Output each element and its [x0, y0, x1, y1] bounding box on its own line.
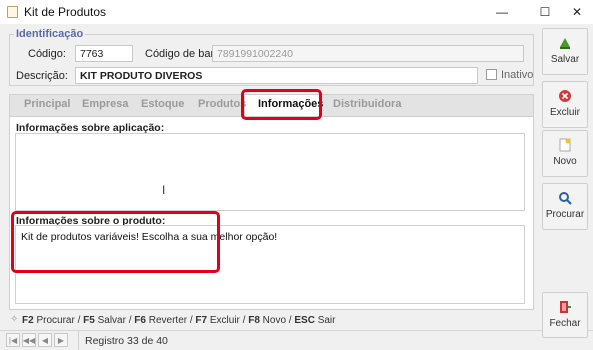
previous-page-button[interactable]: ◀◀ [22, 333, 36, 347]
tab-empresa[interactable]: Empresa [82, 98, 128, 110]
codigo-barra-field[interactable]: 7891991002240 [212, 45, 524, 62]
maximize-button[interactable]: ☐ [529, 0, 561, 24]
codigo-field[interactable]: 7763 [75, 45, 133, 62]
descricao-field[interactable]: KIT PRODUTO DIVEROS [75, 67, 478, 84]
shortcut-key-esc: ESC [294, 315, 315, 326]
close-button[interactable]: ✕ [561, 0, 593, 24]
shortcut-key-f5: F5 [83, 315, 95, 326]
new-document-icon [559, 138, 571, 152]
app-icon [7, 6, 18, 18]
shortcut-key-f7: F7 [195, 315, 208, 326]
save-icon [560, 38, 570, 49]
aplicacao-textarea[interactable] [15, 133, 525, 211]
novo-label: Novo [553, 156, 577, 167]
shortcut-text-excluir: Excluir / [209, 315, 246, 326]
shortcut-key-f6: F6 [134, 315, 146, 326]
window-title: Kit de Produtos [24, 5, 107, 19]
minimize-button[interactable]: — [486, 0, 518, 24]
shortcut-hints: F2 Procurar / F5 Salvar / F6 Reverter / … [22, 315, 336, 326]
shortcut-key-f8: F8 [248, 315, 260, 326]
tab-produtos[interactable]: Produtos [198, 98, 246, 110]
shortcut-text-novo: Novo / [262, 315, 292, 326]
delete-icon [559, 90, 571, 102]
previous-record-button[interactable]: ◀ [38, 333, 52, 347]
next-record-button[interactable]: ▶ [54, 333, 68, 347]
tab-highlight-box [241, 89, 322, 120]
fechar-label: Fechar [549, 318, 581, 329]
identificacao-title: Identificação [14, 28, 86, 40]
produto-highlight-box [11, 211, 220, 273]
fechar-button[interactable]: Fechar [542, 292, 588, 338]
first-record-button[interactable]: |◀ [6, 333, 20, 347]
procurar-button[interactable]: Procurar [542, 183, 588, 230]
shortcut-text-salvar: Salvar / [97, 315, 132, 326]
tab-distribuidora[interactable]: Distribuidora [333, 98, 401, 110]
procurar-label: Procurar [545, 209, 585, 220]
shortcut-text-sair: Sair [317, 315, 336, 326]
tab-estoque[interactable]: Estoque [141, 98, 184, 110]
search-icon [559, 192, 572, 205]
shortcut-text-procurar: Procurar / [36, 315, 81, 326]
excluir-button[interactable]: Excluir [542, 81, 588, 128]
shortcut-key-f2: F2 [22, 315, 34, 326]
codigo-label: Código: [28, 48, 66, 60]
salvar-button[interactable]: Salvar [542, 28, 588, 75]
descricao-label: Descrição: [16, 70, 68, 82]
salvar-label: Salvar [550, 54, 580, 65]
shortcut-text-reverter: Reverter / [148, 315, 193, 326]
text-cursor-icon: I [162, 183, 166, 197]
tab-principal[interactable]: Principal [24, 98, 70, 110]
excluir-label: Excluir [549, 107, 580, 118]
inativo-checkbox[interactable] [486, 69, 497, 80]
lightbulb-icon: ✧ [10, 314, 19, 325]
inativo-label: Inativo [501, 69, 534, 81]
record-counter: Registro 33 de 40 [78, 331, 168, 350]
exit-door-icon [560, 301, 571, 313]
novo-button[interactable]: Novo [542, 130, 588, 177]
